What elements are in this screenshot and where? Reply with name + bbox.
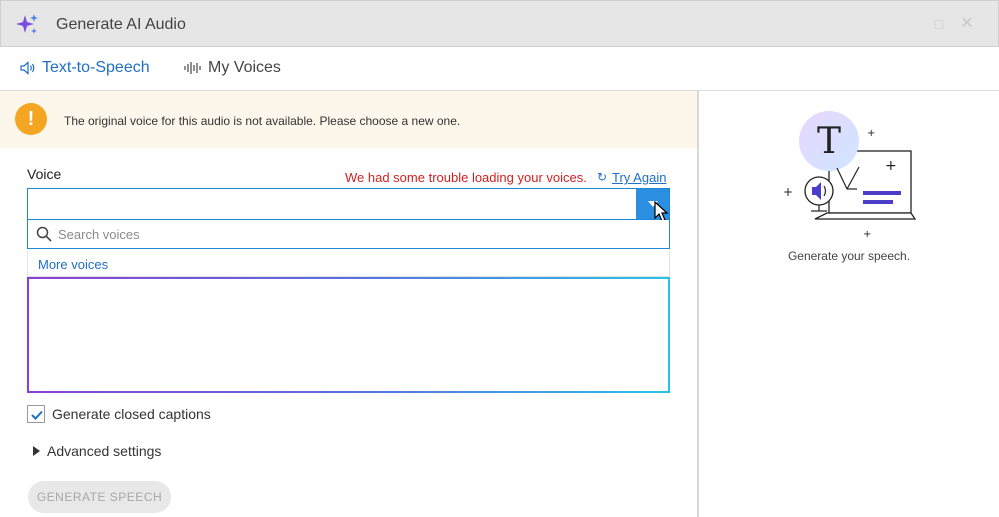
voice-select[interactable] bbox=[27, 188, 670, 220]
warning-icon: ! bbox=[15, 103, 47, 135]
preview-pane: T + + + + Generate your speech. bbox=[699, 91, 999, 517]
warning-banner: ! The original voice for this audio is n… bbox=[0, 91, 697, 148]
letter-t-glyph: T bbox=[817, 121, 841, 162]
window-title: Generate AI Audio bbox=[56, 16, 186, 33]
more-voices-option[interactable]: More voices bbox=[27, 251, 670, 277]
tab-bar: Text-to-Speech My Voices bbox=[0, 47, 999, 91]
svg-text:+: + bbox=[885, 158, 897, 174]
tab-label: Text-to-Speech bbox=[42, 59, 150, 76]
preview-caption: Generate your speech. bbox=[787, 249, 911, 263]
svg-text:+: + bbox=[783, 185, 793, 199]
search-icon bbox=[36, 226, 52, 242]
maximize-button[interactable]: □ bbox=[931, 16, 947, 32]
tab-label: My Voices bbox=[208, 59, 281, 76]
waveform-icon bbox=[184, 62, 201, 74]
closed-captions-checkbox[interactable] bbox=[27, 405, 45, 423]
speech-illustration: T + + + + bbox=[783, 111, 917, 240]
search-input[interactable] bbox=[58, 225, 648, 243]
script-text-area[interactable] bbox=[27, 277, 670, 393]
advanced-settings-label: Advanced settings bbox=[47, 443, 162, 459]
svg-text:+: + bbox=[863, 229, 871, 240]
warning-text: The original voice for this audio is not… bbox=[64, 114, 461, 128]
closed-captions-option[interactable]: Generate closed captions bbox=[27, 405, 211, 423]
advanced-settings-toggle[interactable]: Advanced settings bbox=[33, 443, 161, 459]
tab-text-to-speech[interactable]: Text-to-Speech bbox=[20, 59, 150, 77]
speaker-icon bbox=[20, 61, 35, 75]
chevron-right-icon bbox=[33, 446, 40, 456]
voice-label: Voice bbox=[27, 166, 62, 182]
try-again-link[interactable]: Try Again bbox=[612, 170, 666, 185]
settings-pane: ! The original voice for this audio is n… bbox=[0, 91, 697, 517]
search-box bbox=[27, 220, 670, 249]
sparkle-icon bbox=[16, 14, 38, 34]
close-button[interactable]: ✕ bbox=[959, 16, 975, 32]
retry-icon[interactable]: ↻ bbox=[597, 170, 607, 184]
more-voices-link[interactable]: More voices bbox=[38, 257, 108, 272]
generate-speech-button[interactable]: GENERATE SPEECH bbox=[28, 481, 171, 513]
tab-my-voices[interactable]: My Voices bbox=[184, 59, 281, 77]
checkmark-icon bbox=[31, 410, 43, 420]
voice-error-text: We had some trouble loading your voices. bbox=[345, 170, 587, 185]
svg-text:+: + bbox=[867, 128, 875, 139]
closed-captions-label: Generate closed captions bbox=[52, 406, 211, 422]
title-bar: Generate AI Audio □ ✕ bbox=[0, 0, 999, 47]
